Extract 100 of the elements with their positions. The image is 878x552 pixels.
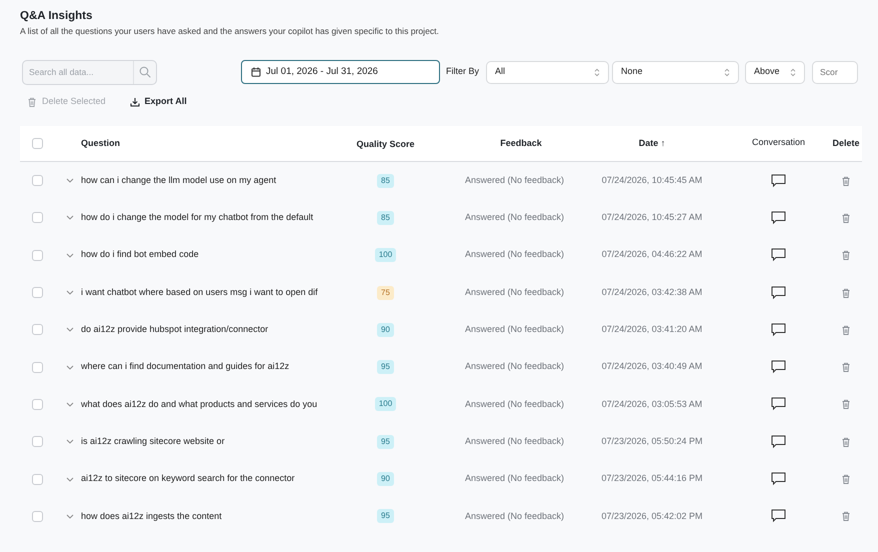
chevron-down-icon[interactable] bbox=[66, 290, 74, 296]
row-checkbox[interactable] bbox=[32, 398, 42, 410]
chevron-down-icon[interactable] bbox=[66, 439, 74, 444]
chevron-updown-icon bbox=[724, 68, 730, 76]
feedback-text: Answered (No feedback) bbox=[465, 174, 566, 187]
score-badge: 100 bbox=[374, 248, 396, 262]
chat-bubble-icon[interactable] bbox=[771, 286, 786, 300]
row-checkbox[interactable] bbox=[32, 436, 42, 448]
search-field[interactable]: Search all data... bbox=[22, 60, 157, 84]
chat-bubble-icon[interactable] bbox=[771, 322, 786, 337]
score-badge: 90 bbox=[377, 322, 394, 337]
date-text: 07/24/2026, 03:42:38 AM bbox=[600, 286, 704, 299]
column-header: Quality Score bbox=[355, 138, 416, 151]
column-header: Feedback bbox=[499, 136, 543, 150]
chevron-updown-icon bbox=[790, 68, 796, 76]
page-subtitle: A list of all the questions your users have asked and the answers your copilot has given specific to this project. bbox=[20, 26, 440, 37]
trash-icon[interactable] bbox=[841, 324, 851, 335]
question-text: what does ai12z do and what products and services do you bbox=[81, 398, 318, 411]
trash-icon[interactable] bbox=[841, 288, 851, 298]
feedback-text: Answered (No feedback) bbox=[465, 248, 566, 262]
row-checkbox[interactable] bbox=[32, 362, 42, 373]
chat-bubble-icon[interactable] bbox=[771, 509, 786, 524]
select-field[interactable]: None bbox=[612, 60, 740, 84]
question-text: ai12z to sitecore on keyword search for the connector bbox=[81, 472, 296, 486]
trash-icon[interactable] bbox=[841, 474, 851, 484]
chat-bubble-icon[interactable] bbox=[771, 174, 786, 188]
chat-bubble-icon[interactable] bbox=[771, 397, 786, 412]
score-input[interactable]: Scor bbox=[812, 60, 858, 84]
trash-icon[interactable] bbox=[841, 250, 851, 260]
trash-icon[interactable] bbox=[841, 212, 851, 223]
column-header: Delete bbox=[831, 136, 860, 150]
date-text: 07/24/2026, 03:40:49 AM bbox=[600, 360, 704, 374]
score-badge: 95 bbox=[377, 360, 394, 374]
chat-bubble-icon[interactable] bbox=[771, 210, 786, 225]
question-text: where can i find documentation and guides for ai12z bbox=[81, 360, 290, 374]
feedback-text: Answered (No feedback) bbox=[465, 510, 566, 523]
question-text: how can i change the llm model use on my agent bbox=[81, 174, 278, 187]
trash-icon[interactable] bbox=[841, 399, 851, 410]
date-range-field[interactable]: Jul 01, 2026 - Jul 31, 2026 bbox=[241, 60, 440, 84]
chevron-down-icon[interactable] bbox=[66, 215, 74, 220]
select-all-checkbox[interactable] bbox=[32, 138, 42, 149]
row-checkbox[interactable] bbox=[32, 324, 42, 336]
date-text: 07/24/2026, 10:45:27 AM bbox=[600, 211, 704, 224]
trash-icon[interactable] bbox=[841, 362, 851, 372]
column-header: Conversation bbox=[750, 136, 806, 149]
chat-bubble-icon[interactable] bbox=[771, 434, 786, 449]
score-badge: 95 bbox=[377, 434, 394, 449]
search-icon bbox=[139, 66, 151, 78]
score-badge: 75 bbox=[377, 286, 394, 300]
row-checkbox[interactable] bbox=[32, 510, 42, 522]
trash-icon[interactable] bbox=[841, 176, 851, 186]
row-checkbox[interactable] bbox=[32, 175, 42, 186]
date-text: 07/24/2026, 03:05:53 AM bbox=[600, 398, 704, 411]
date-text: 07/23/2026, 05:50:24 PM bbox=[600, 434, 704, 448]
score-badge: 85 bbox=[377, 174, 394, 188]
trash-icon[interactable] bbox=[841, 436, 851, 447]
row-checkbox[interactable] bbox=[32, 287, 42, 298]
chevron-down-icon[interactable] bbox=[66, 402, 74, 407]
date-text: 07/23/2026, 05:44:16 PM bbox=[600, 472, 704, 486]
select-field[interactable]: All bbox=[486, 60, 610, 84]
calendar-icon bbox=[251, 67, 261, 77]
question-text: how does ai12z ingests the content bbox=[81, 510, 223, 523]
question-text: i want chatbot where based on users msg i want to open dif bbox=[81, 286, 319, 299]
feedback-text: Answered (No feedback) bbox=[465, 360, 566, 374]
score-badge: 85 bbox=[377, 210, 394, 225]
row-checkbox[interactable] bbox=[32, 474, 42, 485]
question-text: is ai12z crawling sitecore website or bbox=[81, 434, 226, 448]
chat-bubble-icon[interactable] bbox=[771, 472, 786, 486]
column-header: Question bbox=[81, 136, 122, 150]
row-checkbox[interactable] bbox=[32, 250, 42, 261]
score-badge: 95 bbox=[377, 509, 394, 524]
column-header[interactable]: Date ↑ bbox=[577, 136, 727, 150]
feedback-text: Answered (No feedback) bbox=[465, 434, 566, 448]
chevron-down-icon[interactable] bbox=[66, 476, 74, 482]
date-text: 07/24/2026, 03:41:20 AM bbox=[600, 323, 704, 336]
question-text: do ai12z provide hubspot integration/connector bbox=[81, 323, 270, 336]
feedback-text: Answered (No feedback) bbox=[465, 323, 566, 336]
chevron-down-icon[interactable] bbox=[66, 364, 74, 370]
chevron-updown-icon bbox=[594, 68, 600, 76]
score-badge: 90 bbox=[377, 472, 394, 486]
download-icon bbox=[130, 97, 140, 107]
date-text: 07/24/2026, 04:46:22 AM bbox=[600, 248, 704, 262]
chevron-down-icon[interactable] bbox=[66, 252, 74, 258]
score-badge: 100 bbox=[374, 397, 396, 412]
filter-label: Filter By bbox=[446, 65, 480, 78]
feedback-text: Answered (No feedback) bbox=[465, 211, 566, 224]
search-input[interactable]: Search all data... bbox=[23, 66, 133, 78]
feedback-text: Answered (No feedback) bbox=[465, 472, 566, 486]
chevron-down-icon[interactable] bbox=[66, 514, 74, 519]
chevron-down-icon[interactable] bbox=[66, 178, 74, 184]
trash-icon[interactable] bbox=[841, 511, 851, 522]
export-all-button[interactable]: Export All bbox=[130, 95, 187, 109]
row-checkbox[interactable] bbox=[32, 212, 42, 224]
feedback-text: Answered (No feedback) bbox=[465, 286, 566, 299]
date-text: 07/23/2026, 05:42:02 PM bbox=[600, 510, 704, 523]
chat-bubble-icon[interactable] bbox=[771, 248, 786, 262]
chevron-down-icon[interactable] bbox=[66, 327, 74, 332]
select-field[interactable]: Above bbox=[745, 60, 806, 84]
trash-icon bbox=[27, 97, 37, 107]
chat-bubble-icon[interactable] bbox=[771, 360, 786, 374]
